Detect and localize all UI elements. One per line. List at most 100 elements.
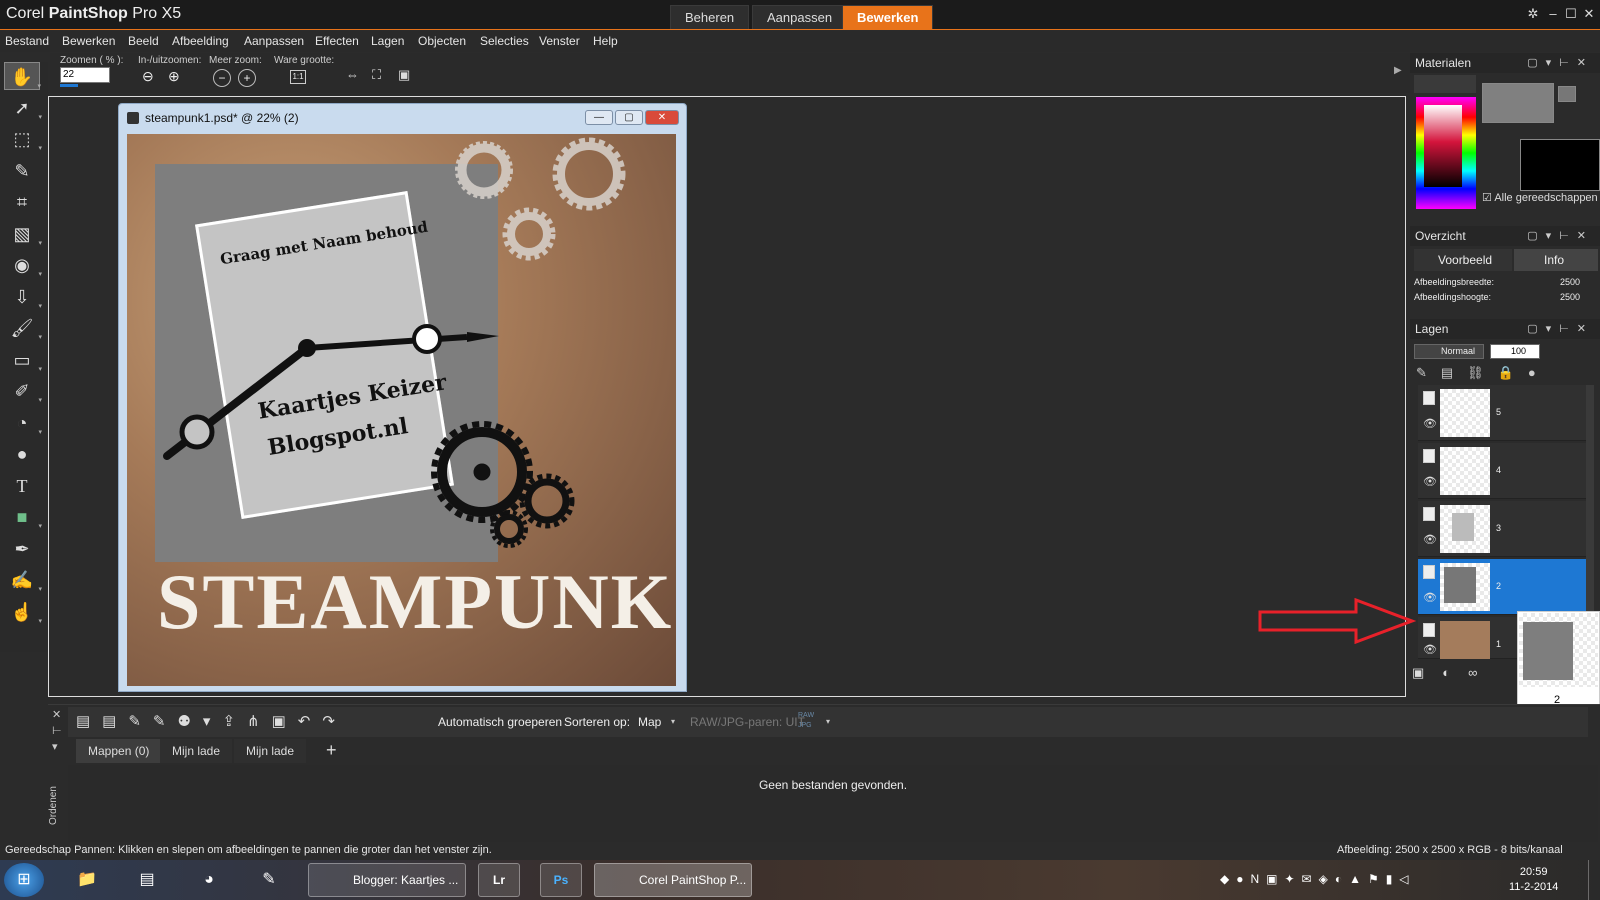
zoom-in-icon[interactable]: ⊕: [168, 68, 180, 85]
text-tool-icon[interactable]: T: [4, 472, 40, 500]
task-blogger[interactable]: Blogger: Kaartjes ...: [308, 863, 466, 897]
raw-chevron-icon[interactable]: ▾: [826, 717, 830, 726]
tray-icons[interactable]: ◆●N▣✦✉◈◐▲⚑▮◁: [1220, 872, 1416, 886]
task-photoshop[interactable]: Ps: [540, 863, 582, 897]
straighten-tool-icon[interactable]: ▧ ▾: [4, 220, 42, 248]
fill-tool-icon[interactable]: ◔ ▾: [4, 409, 42, 437]
menu-aanpassen[interactable]: Aanpassen: [244, 34, 304, 48]
organizer-content[interactable]: Geen bestanden gevonden.: [68, 765, 1598, 843]
eraser-tool-icon[interactable]: ✐ ▾: [4, 377, 42, 405]
width-value: 2500: [1560, 277, 1581, 287]
menu-objecten[interactable]: Objecten: [418, 34, 466, 48]
crop-tool-icon[interactable]: ⌗: [4, 188, 40, 216]
doc-maximize-button[interactable]: ▢: [615, 110, 643, 125]
clock[interactable]: 20:59 11-2-2014: [1509, 865, 1558, 895]
show-desktop-button[interactable]: [1588, 860, 1600, 900]
width-label: Afbeeldingsbreedte:: [1414, 277, 1495, 287]
sort-select[interactable]: Map: [638, 715, 661, 729]
minimize-icon[interactable]: –: [1544, 6, 1562, 22]
tab-aanpassen[interactable]: Aanpassen: [752, 5, 848, 29]
shape-tool-icon[interactable]: ■ ▾: [4, 503, 42, 531]
tab-voorbeeld[interactable]: Voorbeeld: [1414, 249, 1512, 271]
all-tools-checkbox[interactable]: ☑ Alle gereedschappen: [1482, 191, 1598, 204]
small-swatch-icon[interactable]: [1558, 86, 1576, 102]
menu-effecten[interactable]: Effecten: [315, 34, 359, 48]
layer-4[interactable]: 👁 4: [1418, 443, 1586, 499]
task-paintshop[interactable]: Corel PaintShop P...: [594, 863, 752, 897]
foreground-swatch[interactable]: [1482, 83, 1554, 123]
menu-beeld[interactable]: Beeld: [128, 34, 159, 48]
menu-help[interactable]: Help: [593, 34, 618, 48]
warp-brush-icon[interactable]: ✍ ▾: [4, 566, 42, 594]
note-icon[interactable]: ✎: [252, 863, 286, 897]
menu-bestand[interactable]: Bestand: [5, 34, 49, 48]
menu-selecties[interactable]: Selecties: [480, 34, 529, 48]
fit-window-icon[interactable]: ⇔: [346, 67, 359, 82]
blend-mode-select[interactable]: Normaal: [1414, 344, 1484, 359]
layer-bottom-icons[interactable]: ▣◐∞: [1412, 665, 1495, 681]
zoom-minus-button[interactable]: −: [213, 69, 231, 87]
menu-afbeelding[interactable]: Afbeelding: [172, 34, 229, 48]
tab-mappen[interactable]: Mappen (0): [76, 739, 162, 763]
smudge-tool-icon[interactable]: ☝ ▾: [4, 598, 42, 626]
menu-bewerken[interactable]: Bewerken: [62, 34, 115, 48]
task-lightroom[interactable]: Lr: [478, 863, 520, 897]
organizer-tool-icons[interactable]: ▤▤✎✎⚉▾⇪⋔▣↶↷: [76, 712, 347, 730]
sort-chevron-icon[interactable]: ▾: [671, 717, 675, 726]
close-icon[interactable]: ✕: [1580, 6, 1598, 22]
doc-minimize-button[interactable]: —: [585, 110, 613, 125]
pick-tool-icon[interactable]: ➚ ▾: [4, 94, 42, 122]
start-button-icon[interactable]: ⊞: [4, 863, 44, 897]
red-eye-tool-icon[interactable]: ◉ ▾: [4, 251, 42, 279]
zoom-slider[interactable]: [60, 84, 78, 87]
chevron-right-icon[interactable]: ▶: [1394, 65, 1402, 76]
clone-tool-icon[interactable]: ⇩ ▾: [4, 283, 42, 311]
tab-info[interactable]: Info: [1514, 249, 1598, 271]
background-swatch[interactable]: [1520, 139, 1600, 191]
layer-tools-icons[interactable]: ✎▤⛓🔒●: [1416, 365, 1550, 381]
maximize-icon[interactable]: ☐: [1562, 6, 1580, 22]
status-right: Afbeelding: 2500 x 2500 x RGB - 8 bits/k…: [1337, 844, 1563, 856]
color-spectrum[interactable]: [1416, 97, 1476, 209]
layer-5[interactable]: 👁 5: [1418, 385, 1586, 441]
settings-icon[interactable]: ✲: [1524, 6, 1542, 22]
selection-tool-icon[interactable]: ⬚ ▾: [4, 125, 42, 153]
actual-size-button[interactable]: 1:1: [290, 70, 306, 84]
status-bar: Gereedschap Pannen: Klikken en slepen om…: [0, 842, 1600, 860]
documents-icon[interactable]: ▤: [130, 863, 164, 897]
zoom-plus-button[interactable]: +: [238, 69, 256, 87]
tab-mijn-lade-1[interactable]: Mijn lade: [160, 739, 233, 763]
menu-venster[interactable]: Venster: [539, 34, 580, 48]
organizer-side-icons[interactable]: ✕ ⊢ ▾: [52, 707, 62, 755]
tab-beheren[interactable]: Beheren: [670, 5, 750, 29]
height-value: 2500: [1560, 292, 1581, 302]
materials-tabs[interactable]: [1414, 75, 1476, 93]
image-canvas[interactable]: Graag met Naam behoud Kaartjes Keizer Bl…: [127, 134, 676, 686]
paint-brush-icon[interactable]: 🖌 ▾: [4, 314, 42, 342]
organizer-toolbar: ▤▤✎✎⚉▾⇪⋔▣↶↷ Automatisch groeperen Sorter…: [68, 707, 1588, 737]
app-icon[interactable]: ◕: [192, 863, 226, 897]
pan-tool-icon[interactable]: ✋ ▾: [4, 62, 41, 90]
zoom-input[interactable]: 22: [60, 67, 110, 83]
opacity-input[interactable]: 100: [1490, 344, 1540, 359]
fit-screen-icon[interactable]: ▣: [398, 67, 410, 83]
tab-bewerken[interactable]: Bewerken: [842, 5, 934, 29]
layer-2[interactable]: 👁 2: [1418, 559, 1586, 615]
dropper-tool-icon[interactable]: ✎: [4, 157, 40, 185]
color-changer-icon[interactable]: ●: [4, 440, 40, 468]
raw-jpg-pairs[interactable]: RAW/JPG-paren: UIT: [690, 715, 805, 729]
makeover-tool-icon[interactable]: ▭ ▾: [4, 346, 42, 374]
doc-close-button[interactable]: ✕: [645, 110, 679, 125]
pen-tool-icon[interactable]: ✒: [4, 535, 40, 563]
fit-image-icon[interactable]: ⛶: [372, 67, 381, 83]
zoom-out-icon[interactable]: ⊖: [142, 68, 154, 85]
auto-group-button[interactable]: Automatisch groeperen: [438, 715, 562, 729]
tab-mijn-lade-2[interactable]: Mijn lade: [234, 739, 307, 763]
document-window[interactable]: steampunk1.psd* @ 22% (2) — ▢ ✕ Graag me…: [118, 103, 687, 692]
color-picker-square[interactable]: [1424, 105, 1462, 187]
layer-3[interactable]: 👁 3: [1418, 501, 1586, 557]
menu-lagen[interactable]: Lagen: [371, 34, 404, 48]
actual-size-label: Ware grootte:: [274, 55, 335, 66]
explorer-icon[interactable]: 📁: [70, 863, 104, 897]
add-tab-icon[interactable]: +: [326, 740, 337, 761]
